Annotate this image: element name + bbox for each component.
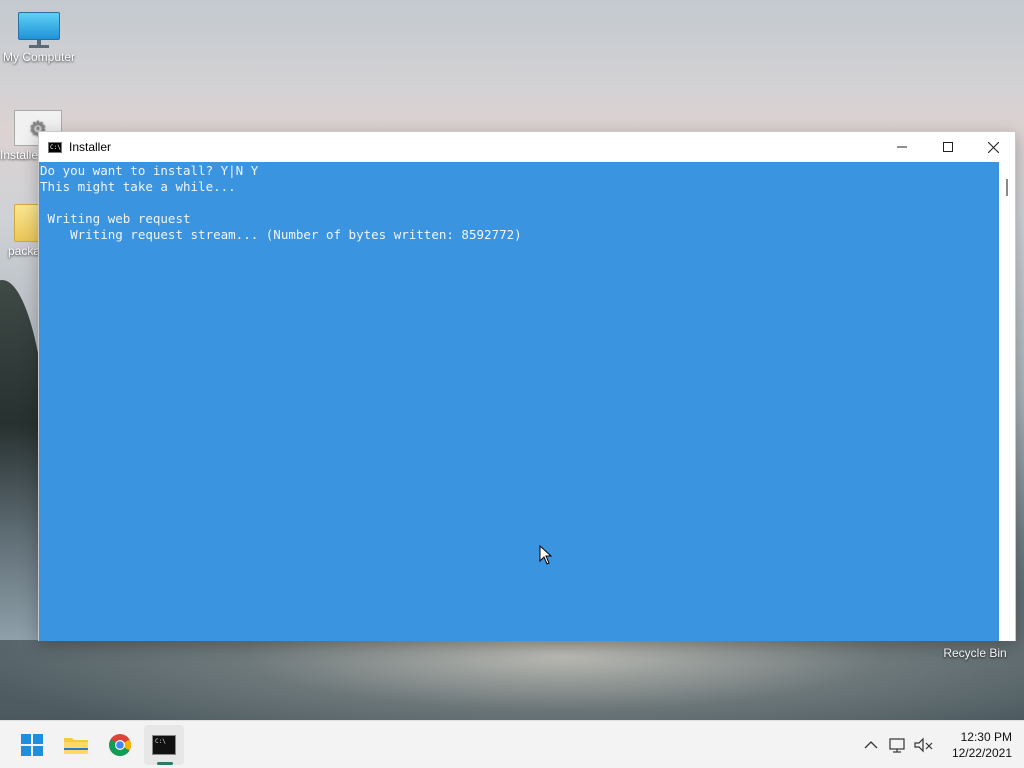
close-button[interactable] bbox=[970, 132, 1016, 162]
chevron-up-icon bbox=[864, 741, 878, 749]
console-line: Writing web request bbox=[40, 211, 191, 226]
minimize-button[interactable] bbox=[879, 132, 925, 162]
console-icon: C:\ bbox=[152, 735, 176, 755]
taskbar: C:\ 12:30 PM 12/22/2021 bbox=[0, 720, 1024, 768]
console-line: Writing request stream... (Number of byt… bbox=[40, 227, 522, 242]
installer-window: C:\ Installer Do you want to install? Y|… bbox=[38, 131, 1016, 641]
clock-date: 12/22/2021 bbox=[951, 746, 1012, 760]
taskbar-file-explorer[interactable] bbox=[56, 725, 96, 765]
active-app-indicator bbox=[157, 762, 173, 765]
console-line: Do you want to install? Y|N Y bbox=[40, 163, 259, 178]
maximize-button[interactable] bbox=[925, 132, 971, 162]
monitor-icon bbox=[18, 12, 60, 48]
window-titlebar[interactable]: C:\ Installer bbox=[39, 132, 1015, 162]
svg-text:C:\: C:\ bbox=[155, 738, 166, 745]
network-icon bbox=[889, 738, 905, 753]
close-icon bbox=[987, 141, 999, 153]
scrollbar-thumb[interactable] bbox=[1006, 179, 1008, 196]
start-button[interactable] bbox=[12, 725, 52, 765]
chrome-icon bbox=[109, 734, 131, 756]
folder-icon bbox=[64, 738, 88, 754]
desktop-icon-label: My Computer bbox=[2, 50, 76, 64]
show-hidden-icons-button[interactable] bbox=[861, 735, 881, 755]
taskbar-console[interactable]: C:\ bbox=[144, 725, 184, 765]
console-line: This might take a while... bbox=[40, 179, 236, 194]
system-clock[interactable]: 12:30 PM 12/22/2021 bbox=[940, 729, 1012, 761]
volume-muted-icon bbox=[914, 737, 933, 753]
console-icon: C:\ bbox=[48, 141, 62, 153]
console-scrollbar[interactable] bbox=[999, 162, 1015, 641]
taskbar-chrome[interactable] bbox=[100, 725, 140, 765]
clock-time: 12:30 PM bbox=[960, 730, 1012, 744]
maximize-icon bbox=[943, 142, 953, 152]
minimize-icon bbox=[897, 146, 907, 148]
desktop-icon-my-computer[interactable]: My Computer bbox=[0, 12, 79, 64]
recycle-bin-label[interactable]: Recycle Bin bbox=[930, 646, 1020, 660]
network-button[interactable] bbox=[888, 735, 908, 755]
volume-button[interactable] bbox=[914, 735, 934, 755]
windows-start-icon bbox=[21, 734, 43, 756]
window-title: Installer bbox=[69, 140, 112, 154]
mouse-pointer-icon bbox=[539, 544, 553, 570]
console-output[interactable]: Do you want to install? Y|N Y This might … bbox=[39, 162, 999, 641]
